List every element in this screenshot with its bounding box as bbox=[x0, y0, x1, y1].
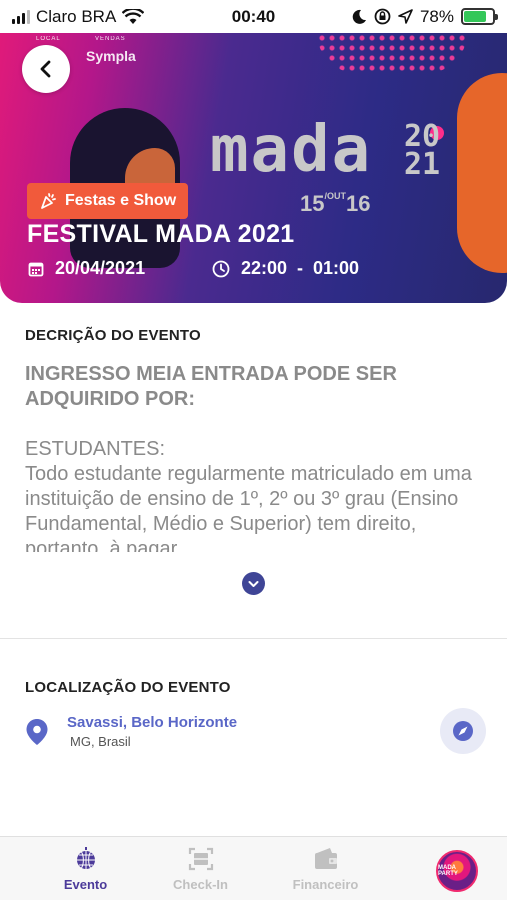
event-date: 20/04/2021 bbox=[28, 258, 145, 279]
tab-check-in[interactable]: Check-In bbox=[143, 837, 258, 900]
location-heading: LOCALIZAÇÃO DO EVENTO bbox=[25, 679, 231, 696]
party-icon bbox=[41, 193, 56, 209]
carrier-label: Claro BRA bbox=[36, 6, 117, 26]
section-divider bbox=[0, 638, 507, 639]
brand-vendas: VENDAS bbox=[95, 36, 126, 42]
calendar-icon bbox=[28, 262, 44, 276]
tab-financeiro[interactable]: Financeiro bbox=[268, 837, 383, 900]
tab-label: Evento bbox=[63, 877, 108, 892]
category-tag: Festas e Show bbox=[27, 183, 189, 219]
bottom-tab-bar: Evento Check-In Financeiro MADA PARTY bbox=[0, 836, 507, 900]
scan-icon bbox=[188, 847, 213, 871]
disco-ball-icon bbox=[76, 847, 95, 869]
mada-logo-year: 20 21 bbox=[404, 119, 441, 182]
clock-icon bbox=[212, 260, 230, 277]
event-title: FESTIVAL MADA 2021 bbox=[27, 220, 295, 248]
map-pin-icon bbox=[26, 719, 48, 745]
expand-description-button[interactable] bbox=[242, 572, 265, 595]
back-button[interactable] bbox=[22, 45, 70, 93]
banner-decoration bbox=[457, 73, 507, 273]
battery-icon bbox=[461, 8, 498, 25]
description-subheading: ESTUDANTES: bbox=[25, 438, 166, 460]
wallet-icon bbox=[314, 848, 337, 869]
chevron-left-icon bbox=[40, 60, 51, 78]
mada-logo: mada bbox=[210, 113, 373, 187]
location-name[interactable]: Savassi, Belo Horizonte bbox=[67, 714, 237, 731]
rotation-lock-icon bbox=[374, 8, 391, 25]
brand-local: LOCAL bbox=[36, 36, 61, 42]
battery-percent: 78% bbox=[419, 6, 454, 26]
tab-label: Check-In bbox=[173, 877, 228, 892]
moon-icon bbox=[352, 9, 366, 24]
location-row[interactable]: Savassi, Belo Horizonte MG, Brasil bbox=[25, 708, 486, 756]
event-date-value: 20/04/2021 bbox=[55, 258, 146, 278]
description-title: INGRESSO MEIA ENTRADA PODE SER ADQUIRIDO… bbox=[25, 363, 397, 410]
description-text: INGRESSO MEIA ENTRADA PODE SER ADQUIRIDO… bbox=[25, 362, 485, 552]
location-arrow-icon bbox=[398, 9, 413, 24]
status-left: Claro BRA bbox=[12, 7, 351, 27]
tab-label: Financeiro bbox=[292, 877, 359, 892]
navigate-button[interactable] bbox=[440, 708, 486, 754]
compass-icon bbox=[453, 721, 473, 741]
avatar-text: MADA PARTY bbox=[438, 865, 458, 877]
sympla-logo: Sympla bbox=[86, 48, 136, 64]
description-body: Todo estudante regularmente matriculado … bbox=[25, 463, 472, 552]
chevron-down-icon bbox=[248, 580, 259, 587]
description-heading: DECRIÇÃO DO EVENTO bbox=[25, 327, 201, 344]
mada-logo-dates: 15/OUT16 bbox=[300, 191, 371, 216]
status-bar: Claro BRA 00:40 78% bbox=[0, 0, 507, 33]
event-time-value: 22:00 - 01:00 bbox=[241, 258, 360, 278]
tab-evento[interactable]: Evento bbox=[28, 837, 143, 900]
wifi-icon bbox=[122, 8, 145, 24]
status-right: 78% bbox=[351, 6, 498, 27]
category-label: Festas e Show bbox=[65, 192, 177, 209]
signal-icon bbox=[12, 9, 30, 24]
banner-decoration bbox=[317, 33, 467, 73]
event-time: 22:00 - 01:00 bbox=[212, 258, 359, 279]
profile-avatar[interactable]: MADA PARTY bbox=[436, 850, 478, 892]
location-subtitle: MG, Brasil bbox=[70, 734, 131, 749]
